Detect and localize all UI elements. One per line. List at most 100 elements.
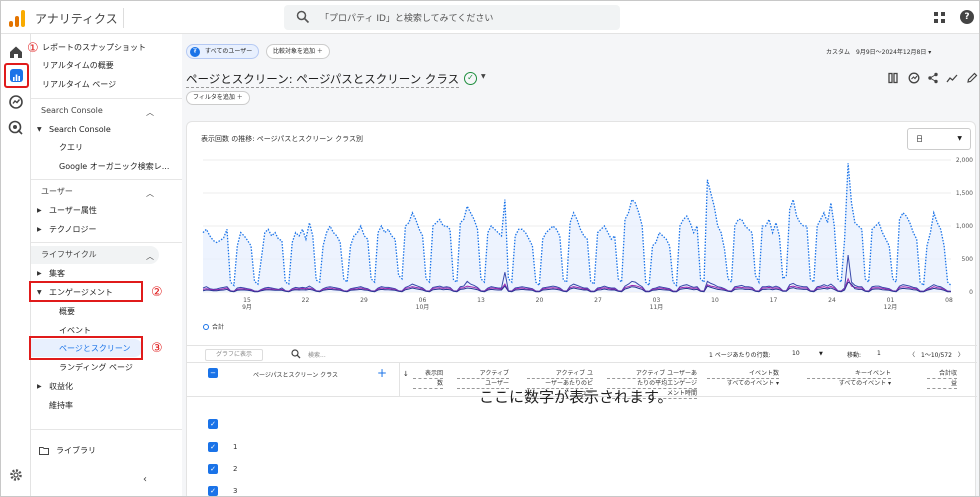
sidebar-item-landing-page[interactable]: ランディング ページ bbox=[59, 361, 133, 375]
row-checkbox[interactable]: ✓ bbox=[208, 464, 218, 474]
collapse-caret-icon[interactable]: ︿ bbox=[146, 251, 154, 262]
x-tick-month-label: 11月 bbox=[650, 304, 664, 311]
help-icon[interactable]: ? bbox=[960, 10, 974, 24]
sidebar-item-overview[interactable]: 概要 bbox=[59, 305, 75, 319]
trend-sparkle-icon[interactable] bbox=[946, 72, 958, 84]
totals-checkbox[interactable]: ✓ bbox=[208, 419, 218, 429]
share-icon[interactable] bbox=[927, 72, 939, 84]
add-comparison-label: 比較対象を追加 ＋ bbox=[273, 48, 323, 55]
expand-arrow-icon[interactable]: ▶ bbox=[37, 226, 42, 233]
collapse-sidebar-icon[interactable]: ‹ bbox=[143, 474, 147, 485]
customize-report-icon[interactable] bbox=[888, 72, 900, 84]
expand-arrow-icon[interactable]: ▶ bbox=[37, 270, 42, 277]
column-header-views[interactable]: 表示回数 bbox=[413, 369, 443, 389]
sidebar-item-organic-search[interactable]: Google オーガニック検索レ... bbox=[59, 160, 169, 174]
insights-icon[interactable] bbox=[908, 72, 920, 84]
search-icon bbox=[296, 10, 310, 24]
analytics-window: アナリティクス 「プロパティ ID」と検索してみてください ? レポートのスナッ… bbox=[0, 0, 980, 497]
x-tick-label: 15 bbox=[243, 297, 251, 304]
overlay-message: ここに数字が表示されます。 bbox=[479, 388, 673, 406]
legend-label: 合計 bbox=[212, 324, 225, 331]
collapse-caret-icon[interactable]: ︿ bbox=[146, 107, 154, 118]
explore-icon[interactable] bbox=[7, 93, 25, 111]
column-divider bbox=[399, 363, 400, 397]
sidebar-item-realtime-overview[interactable]: リアルタイムの概要 bbox=[42, 59, 114, 73]
top-bar: アナリティクス 「プロパティ ID」と検索してみてください ? bbox=[1, 1, 979, 34]
goto-page-input[interactable]: 1 bbox=[877, 350, 881, 357]
expand-arrow-icon[interactable]: ▶ bbox=[37, 207, 42, 214]
expand-arrow-icon[interactable]: ▶ bbox=[37, 383, 42, 390]
x-tick-month-label: 12月 bbox=[884, 304, 898, 311]
settings-icon[interactable] bbox=[9, 468, 23, 482]
sidebar-item-engagement[interactable]: エンゲージメント bbox=[49, 286, 113, 300]
advertising-icon[interactable] bbox=[7, 119, 25, 137]
property-search-input[interactable]: 「プロパティ ID」と検索してみてください bbox=[284, 5, 620, 30]
dimension-header[interactable]: ページパスとスクリーン クラス bbox=[253, 370, 338, 379]
add-comparison-button[interactable]: 比較対象を追加 ＋ bbox=[266, 44, 330, 59]
chevron-down-icon[interactable]: ▼ bbox=[481, 73, 486, 80]
expand-arrow-icon[interactable]: ▼ bbox=[37, 126, 42, 133]
select-all-checkbox[interactable]: − bbox=[208, 368, 218, 378]
reports-sidebar: レポートのスナップショット リアルタイムの概要 リアルタイム ページ ① Sea… bbox=[27, 34, 182, 496]
column-header-event-count[interactable]: イベント数 すべてのイベント ▾ bbox=[707, 369, 779, 388]
sidebar-item-acquisition[interactable]: 集客 bbox=[49, 267, 65, 281]
y-tick-label: 1,500 bbox=[956, 190, 973, 197]
x-tick-label: 20 bbox=[536, 297, 544, 304]
collapse-caret-icon[interactable]: ︿ bbox=[146, 188, 154, 199]
x-tick-label: 06 bbox=[419, 297, 427, 304]
sidebar-item-demographics[interactable]: ユーザー属性 bbox=[49, 204, 97, 218]
expand-arrow-icon[interactable]: ▼ bbox=[37, 289, 42, 296]
home-icon[interactable] bbox=[7, 43, 25, 61]
sidebar-section-user: ユーザー bbox=[41, 187, 73, 196]
date-range-picker[interactable]: カスタム 9月9日～2024年12月8日 ▾ bbox=[826, 47, 931, 56]
analytics-logo-icon[interactable] bbox=[9, 9, 27, 27]
x-tick-label: 03 bbox=[653, 297, 661, 304]
x-tick-label: 01 bbox=[887, 297, 895, 304]
granularity-value: 日 bbox=[916, 135, 923, 143]
x-tick-label: 29 bbox=[360, 297, 368, 304]
segment-chip-all-users[interactable]: ₮ すべてのユーザー bbox=[186, 44, 260, 59]
goto-label: 移動: bbox=[847, 352, 862, 359]
search-icon bbox=[291, 349, 301, 359]
add-dimension-icon[interactable]: + bbox=[377, 366, 387, 380]
reports-icon[interactable] bbox=[4, 63, 29, 88]
column-header-total-revenue[interactable]: 合計収益 bbox=[927, 369, 957, 389]
bar-chart-icon bbox=[13, 74, 20, 81]
sidebar-item-monetization[interactable]: 収益化 bbox=[49, 380, 73, 394]
sidebar-item-technology[interactable]: テクノロジー bbox=[49, 223, 97, 237]
chevron-down-icon[interactable]: ▼ bbox=[819, 351, 823, 357]
line-chart[interactable]: 2,000 1,500 1,000 500 0 159月 22 29 0610月 13 20 27 03… bbox=[187, 152, 977, 312]
plot-rows-button[interactable]: グラフに表示 bbox=[205, 349, 263, 361]
sidebar-item-realtime-pages[interactable]: リアルタイム ページ bbox=[42, 78, 116, 92]
apps-grid-icon[interactable] bbox=[934, 12, 945, 23]
sidebar-item-snapshot[interactable]: レポートのスナップショット bbox=[42, 41, 146, 55]
sidebar-divider bbox=[31, 429, 182, 430]
add-filter-button[interactable]: フィルタを追加 ＋ bbox=[186, 91, 250, 105]
sidebar-item-queries[interactable]: クエリ bbox=[59, 141, 83, 155]
sidebar-divider bbox=[31, 98, 182, 99]
main-content: ₮ すべてのユーザー 比較対象を追加 ＋ カスタム 9月9日～2024年12月8… bbox=[182, 34, 979, 496]
column-header-key-events[interactable]: キーイベント すべてのイベント ▾ bbox=[807, 369, 891, 388]
y-tick-label: 0 bbox=[969, 289, 973, 296]
chart-title: 表示回数 の推移: ページパスとスクリーン クラス別 bbox=[201, 135, 363, 143]
sidebar-item-pages-screens[interactable]: ページとスクリーン bbox=[59, 342, 130, 356]
rows-per-page-select[interactable]: 10 bbox=[792, 350, 800, 357]
annotation-3: ③ bbox=[151, 341, 163, 356]
row-number: 3 bbox=[233, 487, 238, 495]
row-checkbox[interactable]: ✓ bbox=[208, 442, 218, 452]
y-tick-label: 2,000 bbox=[956, 157, 973, 164]
granularity-select[interactable]: 日 ▼ bbox=[907, 128, 971, 150]
table-search-input[interactable]: 検索... bbox=[308, 350, 326, 359]
chart-legend[interactable]: 合計 bbox=[203, 322, 224, 331]
sidebar-group-search-console[interactable]: Search Console bbox=[49, 123, 111, 137]
sidebar-item-retention[interactable]: 維持率 bbox=[49, 399, 73, 413]
top-divider bbox=[123, 8, 124, 28]
segment-icon: ₮ bbox=[190, 47, 200, 57]
row-checkbox[interactable]: ✓ bbox=[208, 486, 218, 496]
pagination-range[interactable]: 〈 1〜10/572 〉 bbox=[909, 350, 964, 359]
page-title[interactable]: ページとスクリーン: ページパスとスクリーン クラス bbox=[186, 71, 460, 88]
sidebar-item-library[interactable]: ライブラリ bbox=[56, 444, 96, 458]
edit-pencil-icon[interactable] bbox=[966, 72, 978, 84]
annotation-1: ① bbox=[27, 41, 39, 56]
sort-arrow-icon[interactable]: ↓ bbox=[403, 370, 409, 378]
